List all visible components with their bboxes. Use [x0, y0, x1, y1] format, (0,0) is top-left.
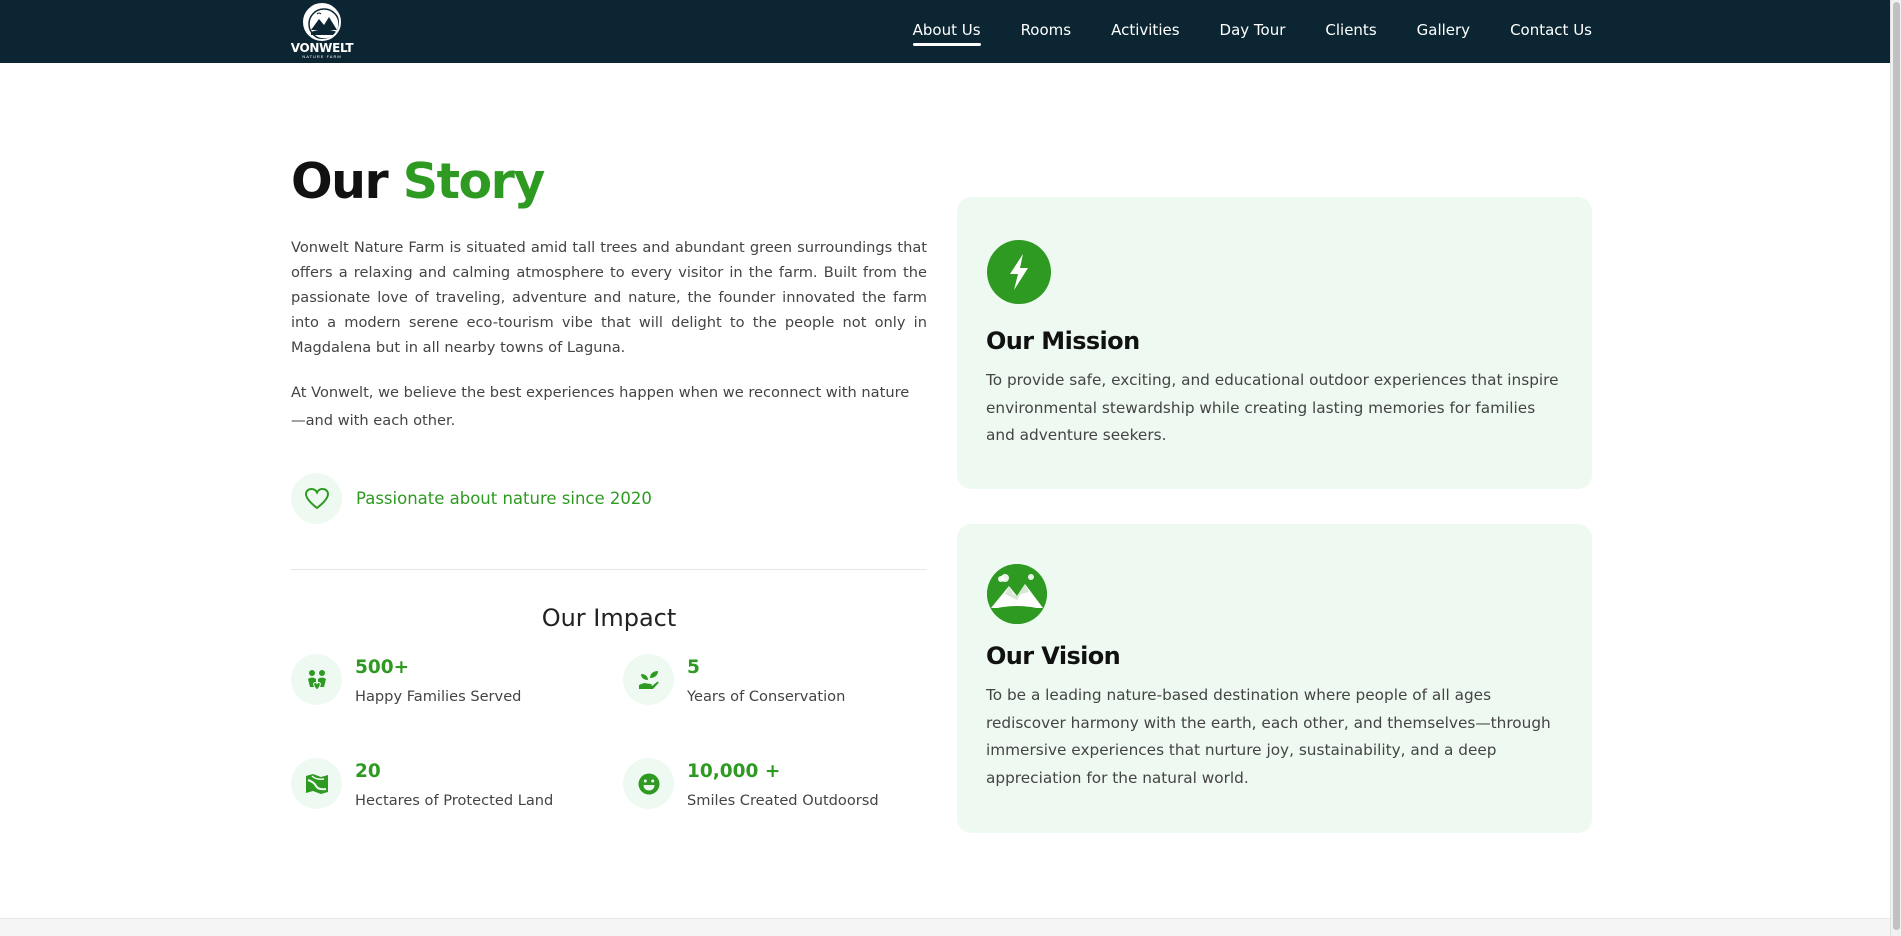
stat-label: Years of Conservation	[687, 688, 846, 705]
logo-mountain-icon	[303, 3, 341, 41]
mission-text: To provide safe, exciting, and education…	[986, 371, 1559, 444]
stat-label: Smiles Created Outdoorsd	[687, 792, 879, 809]
bolt-icon	[987, 240, 1051, 304]
nav-about-us[interactable]: About Us	[912, 21, 981, 46]
logo-subtext: NATURE FARM	[302, 54, 342, 59]
nav-contact-us[interactable]: Contact Us	[1510, 21, 1592, 43]
stat-value: 5	[687, 657, 700, 678]
vision-title: Our Vision	[986, 642, 1121, 670]
nav-clients[interactable]: Clients	[1325, 21, 1376, 43]
smile-icon	[623, 758, 674, 809]
vision-text: To be a leading nature-based destination…	[986, 686, 1551, 787]
stat-value: 500+	[355, 657, 410, 678]
family-icon	[291, 654, 342, 705]
story-paragraph: Vonwelt Nature Farm is situated amid tal…	[291, 239, 927, 356]
stat-hectares: 20 Hectares of Protected Land	[291, 758, 553, 809]
story-title-dark: Our	[291, 153, 389, 210]
stat-years: 5 Years of Conservation	[623, 654, 845, 705]
passion-badge: Passionate about nature since 2020	[291, 473, 927, 524]
nav-day-tour[interactable]: Day Tour	[1220, 21, 1286, 43]
nav-activities[interactable]: Activities	[1111, 21, 1179, 43]
logo-text: VONWELT	[290, 41, 354, 55]
map-icon	[291, 758, 342, 809]
section-divider	[291, 569, 927, 570]
stat-smiles: 10,000 + Smiles Created Outdoorsd	[623, 758, 879, 809]
main-nav: About Us Rooms Activities Day Tour Clien…	[873, 0, 1592, 63]
impact-title: Our Impact	[541, 604, 677, 632]
mission-title: Our Mission	[986, 327, 1140, 355]
stat-families: 500+ Happy Families Served	[291, 654, 521, 705]
passion-text: Passionate about nature since 2020	[356, 489, 652, 508]
our-story-section: Our Story Vonwelt Nature Farm is situate…	[291, 150, 927, 834]
nav-gallery[interactable]: Gallery	[1417, 21, 1470, 43]
story-title-green: Story	[402, 153, 545, 210]
stat-label: Hectares of Protected Land	[355, 792, 554, 809]
impact-stats: 500+ Happy Families Served 5 Years of Co…	[291, 654, 927, 834]
page-scrollbar[interactable]	[1890, 0, 1901, 936]
nav-rooms[interactable]: Rooms	[1021, 21, 1072, 43]
stat-label: Happy Families Served	[355, 688, 522, 705]
site-logo[interactable]: VONWELT NATURE FARM	[290, 3, 354, 59]
mountain-icon	[987, 564, 1047, 624]
mission-card: Our Mission To provide safe, exciting, a…	[957, 197, 1592, 489]
vision-card: Our Vision To be a leading nature-based …	[957, 524, 1592, 833]
heart-icon	[291, 473, 342, 524]
stat-value: 20	[355, 761, 381, 782]
belief-paragraph: At Vonwelt, we believe the best experien…	[291, 384, 910, 429]
navbar: VONWELT NATURE FARM About Us Rooms Activ…	[0, 0, 1890, 63]
stat-value: 10,000 +	[687, 761, 781, 782]
scrollbar-thumb[interactable]	[1893, 2, 1900, 930]
story-title: Our Story	[291, 150, 927, 214]
seedling-icon	[623, 654, 674, 705]
next-section-edge	[0, 918, 1890, 936]
